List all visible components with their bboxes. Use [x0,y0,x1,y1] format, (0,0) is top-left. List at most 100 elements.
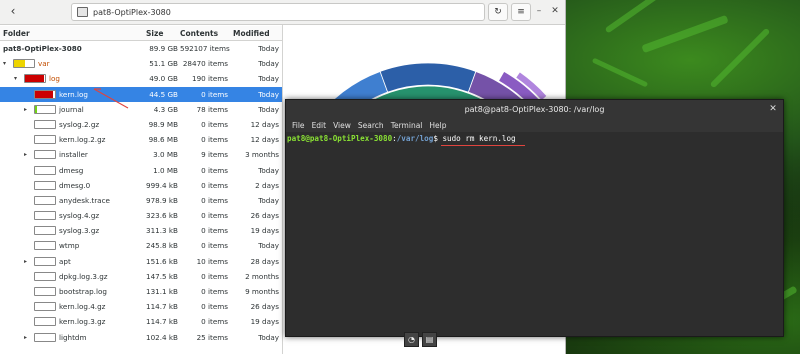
expander-down-icon[interactable]: ▾ [3,60,9,67]
folder-row[interactable]: syslog.2.gz 98.9 MB 0 items 12 days [0,117,282,132]
folder-contents: 0 items [201,226,228,236]
usage-bar [24,74,46,84]
folder-contents: 0 items [201,165,228,175]
folder-size: 3.0 MB [153,150,178,160]
folder-name: bootstrap.log [59,287,107,296]
usage-bar [34,135,56,145]
folder-size: 245.8 kB [146,241,178,251]
reload-button[interactable]: ↻ [488,3,508,21]
folder-row[interactable]: pat8-OptiPlex-3080 89.9 GB 592107 items Tod… [0,41,282,56]
folder-row[interactable]: anydesk.trace 978.9 kB 0 items Today [0,193,282,208]
treemap-toggle-button[interactable]: ▤ [422,332,437,347]
folder-row[interactable]: ▾ var 51.1 GB 28470 items Today [0,56,282,71]
wallpaper-streak [604,0,666,34]
folder-size: 999.4 kB [146,180,178,190]
folder-size: 114.7 kB [146,317,178,327]
minimize-icon: – [536,6,542,16]
folder-size: 131.1 kB [146,287,178,296]
folder-row[interactable]: dmesg.0 999.4 kB 0 items 2 days [0,178,282,193]
column-modified[interactable]: Modified [233,29,270,38]
usage-bar [34,271,56,281]
terminal-command: sudo rm kern.log [442,134,516,143]
treemap-icon: ▤ [425,335,434,344]
folder-size: 1.0 MB [153,165,178,175]
folder-contents: 592107 items [180,44,230,53]
folder-modified: 12 days [250,119,279,129]
usage-bar-fill [25,75,45,83]
expander-down-icon[interactable]: ▾ [14,75,20,82]
column-size[interactable]: Size [146,29,163,38]
menu-view[interactable]: View [333,121,351,130]
folder-row[interactable]: dmesg 1.0 MB 0 items Today [0,163,282,178]
folder-size: 311.3 kB [146,226,178,236]
folder-row[interactable]: kern.log 44.5 GB 0 items Today [0,86,282,102]
folder-contents: 0 items [201,241,228,251]
menu-file[interactable]: File [292,121,305,130]
prompt-user-host: pat8@pat8-OptiPlex-3080 [287,134,393,143]
folder-row[interactable]: syslog.4.gz 323.6 kB 0 items 26 days [0,208,282,223]
location-path: pat8-OptiPlex-3080 [93,7,171,17]
menu-button[interactable]: ≡ [511,3,531,21]
folder-contents: 28470 items [182,59,228,69]
annotation-arrow [93,88,129,109]
menu-search[interactable]: Search [358,121,384,130]
folder-modified: Today [258,74,279,84]
folder-contents: 0 items [201,135,228,145]
terminal-close-button[interactable]: ✕ [768,104,778,114]
folder-size: 114.7 kB [146,302,178,312]
folder-row[interactable]: ▾ log 49.0 GB 190 items Today [0,71,282,86]
folder-row[interactable]: kern.log.4.gz 114.7 kB 0 items 26 days [0,299,282,314]
header-bar: ‹ pat8-OptiPlex-3080 ↻ ≡ – ✕ [0,0,565,25]
folder-name: kern.log [59,89,88,99]
reload-icon: ↻ [494,7,502,17]
expander-right-icon[interactable]: ▸ [24,106,30,113]
folder-row[interactable]: ▸ lightdm 102.4 kB 25 items Today [0,330,282,345]
usage-bar [34,317,56,327]
folder-tree: pat8-OptiPlex-3080 89.9 GB 592107 items Tod… [0,41,282,345]
usage-bar [34,180,56,190]
expander-right-icon[interactable]: ▸ [24,151,30,158]
folder-name: pat8-OptiPlex-3080 [3,44,82,53]
terminal-window: pat8@pat8-OptiPlex-3080: /var/log ✕ File… [285,99,784,337]
usage-bar [34,150,56,160]
menu-help[interactable]: Help [429,121,446,130]
menu-edit[interactable]: Edit [312,121,327,130]
back-button[interactable]: ‹ [5,3,21,19]
folder-row[interactable]: bootstrap.log 131.1 kB 0 items 9 months [0,284,282,299]
folder-row[interactable]: wtmp 245.8 kB 0 items Today [0,238,282,253]
folder-name: journal [59,104,84,114]
minimize-button[interactable]: – [533,5,545,17]
usage-bar [34,256,56,266]
folder-name: lightdm [59,332,87,342]
folder-modified: Today [258,195,279,205]
command-underline-annotation [441,145,525,146]
ring-chart-toggle-button[interactable]: ◔ [404,332,419,347]
folder-modified: Today [258,44,279,53]
wallpaper-streak [641,14,729,54]
terminal-titlebar[interactable]: pat8@pat8-OptiPlex-3080: /var/log ✕ [286,100,783,118]
folder-row[interactable]: dpkg.log.3.gz 147.5 kB 0 items 2 months [0,269,282,284]
folder-row[interactable]: kern.log.3.gz 114.7 kB 0 items 19 days [0,314,282,329]
usage-bar [34,211,56,221]
folder-row[interactable]: ▸ journal 4.3 GB 78 items Today [0,102,282,117]
folder-row[interactable]: ▸ installer 3.0 MB 9 items 3 months [0,147,282,162]
folder-row[interactable]: syslog.3.gz 311.3 kB 0 items 19 days [0,223,282,238]
expander-right-icon[interactable]: ▸ [24,334,30,341]
column-contents[interactable]: Contents [180,29,218,38]
folder-row[interactable]: ▸ apt 151.6 kB 10 items 28 days [0,254,282,269]
folder-contents: 78 items [196,104,228,114]
usage-bar-fill [35,105,37,113]
folder-name: anydesk.trace [59,195,110,205]
close-button[interactable]: ✕ [549,5,561,17]
terminal-output[interactable]: pat8@pat8-OptiPlex-3080:/var/log$ sudo r… [286,132,783,336]
folder-modified: 26 days [250,302,279,312]
folder-row[interactable]: kern.log.2.gz 98.6 MB 0 items 12 days [0,132,282,147]
terminal-prompt-line: pat8@pat8-OptiPlex-3080:/var/log$ sudo r… [287,134,516,143]
expander-right-icon[interactable]: ▸ [24,258,30,265]
column-headers: Folder Size Contents Modified [0,26,282,41]
menu-terminal[interactable]: Terminal [391,121,423,130]
column-folder[interactable]: Folder [3,29,30,38]
folder-modified: Today [258,89,279,99]
location-bar[interactable]: pat8-OptiPlex-3080 [71,3,485,21]
folder-contents: 9 items [201,150,228,160]
